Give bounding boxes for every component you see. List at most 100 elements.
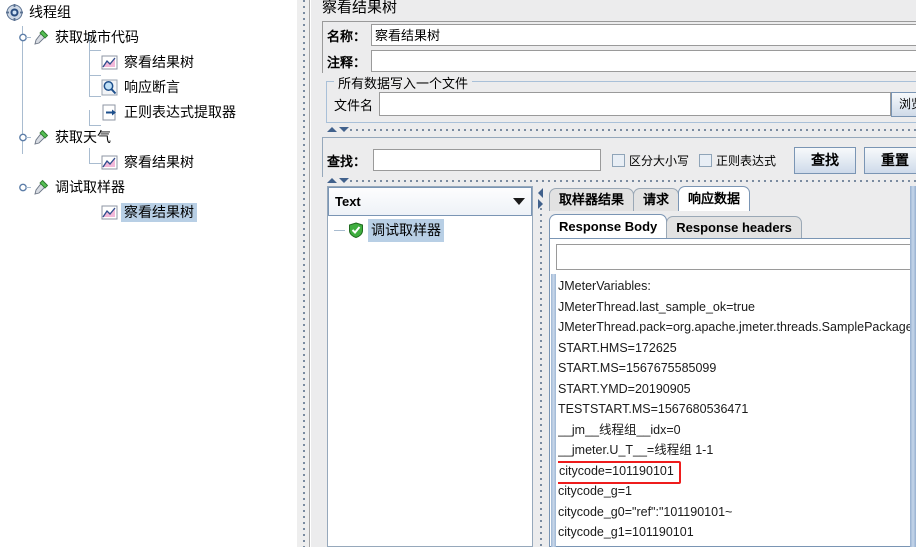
response-line: TESTSTART.MS=1567680536471 [558,402,749,416]
name-input[interactable]: 察看结果树 [371,24,916,46]
comment-label: 注释： [327,54,367,70]
page-title: 察看结果树 [322,0,398,16]
outer-scroll-rail[interactable] [910,186,916,547]
tree-node-label: 获取城市代码 [55,29,139,45]
filename-label: 文件名 [334,97,374,113]
upper-split-divider[interactable] [322,126,916,135]
gear-icon [6,4,23,21]
comment-row: 注释： [323,48,916,74]
tree-node-view-results-tree-3[interactable]: 察看结果树 [0,200,296,225]
tab-request[interactable]: 请求 [633,188,680,211]
tree-node-view-results-tree-2[interactable]: 察看结果树 [0,150,296,175]
response-tabs-area: 取样器结果 请求 响应数据 Response Body Response hea… [549,186,916,547]
response-line: JMeterVariables: [558,279,651,293]
response-line: JMeterThread.pack=org.apache.jmeter.thre… [558,320,916,334]
response-line: START.HMS=172625 [558,340,677,355]
split-grip-texture [303,0,305,547]
chart-icon [101,54,118,71]
tree-node-label: 获取天气 [55,129,111,145]
response-line: START.YMD=20190905 [558,381,691,396]
pipette-icon [32,129,49,146]
collapse-down-arrow-icon[interactable] [339,127,349,132]
result-entry-label: 调试取样器 [368,218,444,242]
response-line: citycode_g=1 [558,484,633,498]
case-sensitive-checkbox[interactable]: 区分大小写 [612,152,689,169]
pipette-icon [32,29,49,46]
response-line: citycode_g1=101190101 [558,525,694,539]
collapse-left-arrow-icon[interactable] [538,188,543,198]
collapse-up-arrow-icon[interactable] [327,127,337,132]
chevron-down-icon[interactable] [507,198,531,205]
tab-sampler-result[interactable]: 取样器结果 [549,188,635,211]
response-line: citycode_g0="ref":"101190101~ [558,504,733,519]
tab-response-body[interactable]: Response Body [549,214,668,239]
tab-response-data[interactable]: 响应数据 [678,186,751,211]
tree-node-thread-group[interactable]: 线程组 [0,0,296,25]
main-tabstrip: 取样器结果 请求 响应数据 [549,186,751,211]
comment-input[interactable] [371,50,916,72]
regex-label: 正则表达式 [716,153,777,168]
checkbox-box[interactable] [612,153,626,167]
tree-node-debug-sampler[interactable]: 调试取样器 [0,175,296,200]
results-list-pane: Text 调试取样器 [327,186,533,547]
response-body-content: JMeterVariables: JMeterThread.last_sampl… [549,238,916,547]
results-area: Text 调试取样器 取样器结果 请求 响应数据 Response Body R… [322,186,916,547]
tree-node-label: 正则表达式提取器 [124,104,236,120]
main-split-divider[interactable] [296,0,310,547]
tree-node-label: 察看结果树 [124,154,194,170]
split-grip-texture [540,208,542,547]
extractor-icon [101,104,118,121]
result-entry-debug-sampler[interactable]: 调试取样器 [328,218,444,242]
tree-node-view-results-tree-1[interactable]: 察看结果树 [0,50,296,75]
name-row: 名称： 察看结果树 [323,22,916,48]
response-line: START.MS=1567675585099 [558,361,717,375]
response-line: __jm__线程组__idx=0 [558,422,681,437]
tree-node-label: 线程组 [29,4,71,20]
group-title: 所有数据写入一个文件 [334,73,473,92]
tree-node-regex-extractor[interactable]: 正则表达式提取器 [0,100,296,125]
green-shield-icon [348,221,365,239]
filename-row: 文件名 [334,92,892,116]
test-plan-tree-panel: 线程组 获取城市代码 察看结果树 响应断言 正则表达式提取器 获取天气 察看结果… [0,0,296,547]
response-body-text: JMeterVariables: JMeterThread.last_sampl… [558,276,916,543]
regex-checkbox[interactable]: 正则表达式 [699,152,776,169]
collapse-up-arrow-icon[interactable] [327,178,337,183]
pipette-icon [32,179,49,196]
response-line: __jmeter.U_T__=线程组 1-1 [558,443,714,457]
tree-connector [334,229,345,231]
tree-node-get-weather[interactable]: 获取天气 [0,125,296,150]
search-label: 查找： [327,153,367,169]
tree-expand-handle[interactable] [18,129,32,146]
tree-node-get-citycode[interactable]: 获取城市代码 [0,25,296,50]
case-sensitive-label: 区分大小写 [629,153,690,168]
find-button[interactable]: 查找 [794,146,857,174]
search-input[interactable] [373,149,602,171]
jmeter-window: 线程组 获取城市代码 察看结果树 响应断言 正则表达式提取器 获取天气 察看结果… [0,0,916,547]
render-type-value: Text [335,194,361,209]
content-scroll-rail[interactable] [551,274,556,547]
tree-node-response-assertion[interactable]: 响应断言 [0,75,296,100]
lower-split-divider[interactable] [322,177,916,186]
checkbox-box[interactable] [699,153,713,167]
collapse-down-arrow-icon[interactable] [339,178,349,183]
chart-icon [101,154,118,171]
tree-expand-handle[interactable] [18,29,32,46]
render-type-select[interactable]: Text [328,187,532,216]
filename-input[interactable] [379,92,892,116]
response-line: JMeterThread.last_sample_ok=true [558,299,755,314]
response-filter-input[interactable] [556,244,916,270]
tree-node-label: 察看结果树 [121,203,197,222]
tree-expand-handle[interactable] [18,179,32,196]
write-all-data-group: 所有数据写入一个文件 文件名 [322,73,916,123]
reset-button[interactable]: 重置 [864,146,916,174]
split-grip-texture [350,180,916,182]
results-split-divider[interactable] [535,186,548,547]
tree-node-label: 调试取样器 [55,179,125,195]
view-results-tree-panel: 察看结果树 名称： 察看结果树 注释： 所有数据写入一个文件 文件名 浏览 [311,0,916,547]
tab-response-headers[interactable]: Response headers [666,216,802,239]
browse-button[interactable]: 浏览 [891,92,916,117]
chart-icon [101,204,118,221]
tree-node-label: 察看结果树 [124,54,194,70]
name-label: 名称： [327,28,367,44]
response-line-highlighted-wrapper: citycode=101190101 [558,460,916,484]
